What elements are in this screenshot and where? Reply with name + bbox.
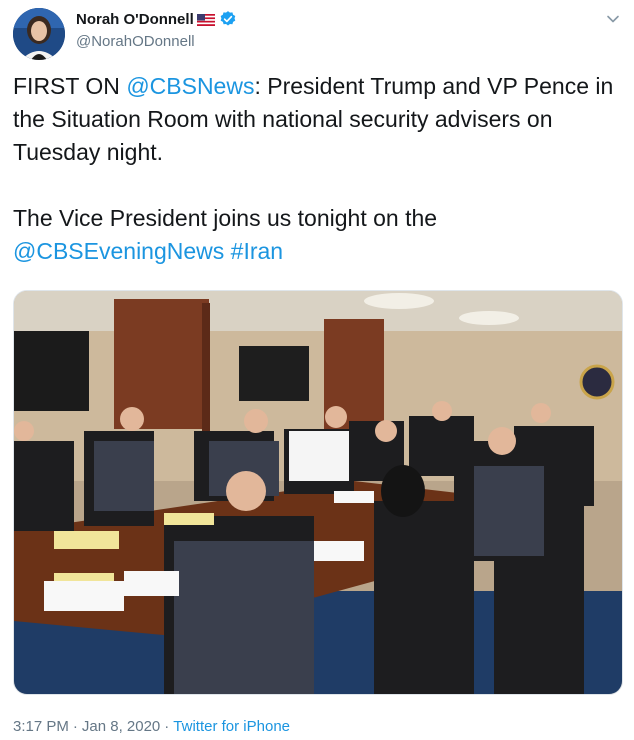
chevron-down-icon[interactable] — [606, 12, 620, 26]
tweet-body-2: The Vice President joins us tonight on t… — [13, 205, 438, 231]
author-name-row: Norah O'Donnell — [76, 10, 237, 28]
meta-separator: · — [72, 718, 78, 735]
avatar[interactable] — [13, 8, 65, 60]
tweet-photo[interactable] — [13, 290, 623, 695]
mention-cbsnews[interactable]: @CBSNews — [126, 73, 254, 99]
us-flag-icon — [196, 13, 215, 26]
hashtag-iran[interactable]: #Iran — [231, 238, 283, 264]
verified-badge-icon — [219, 10, 237, 28]
mention-cbsevening[interactable]: @CBSEveningNews — [13, 238, 224, 264]
meta-separator: · — [164, 718, 170, 735]
tweet-footer: 3:17 PM · Jan 8, 2020 · Twitter for iPho… — [13, 718, 290, 735]
author-handle[interactable]: @NorahODonnell — [76, 33, 195, 50]
tweet-text: FIRST ON @CBSNews: President Trump and V… — [13, 70, 625, 268]
tweet-source[interactable]: Twitter for iPhone — [173, 718, 290, 735]
tweet-date[interactable]: Jan 8, 2020 — [82, 718, 160, 735]
author-display-name[interactable]: Norah O'Donnell — [76, 11, 194, 28]
tweet-time[interactable]: 3:17 PM — [13, 718, 69, 735]
tweet-lead: FIRST ON — [13, 73, 127, 99]
